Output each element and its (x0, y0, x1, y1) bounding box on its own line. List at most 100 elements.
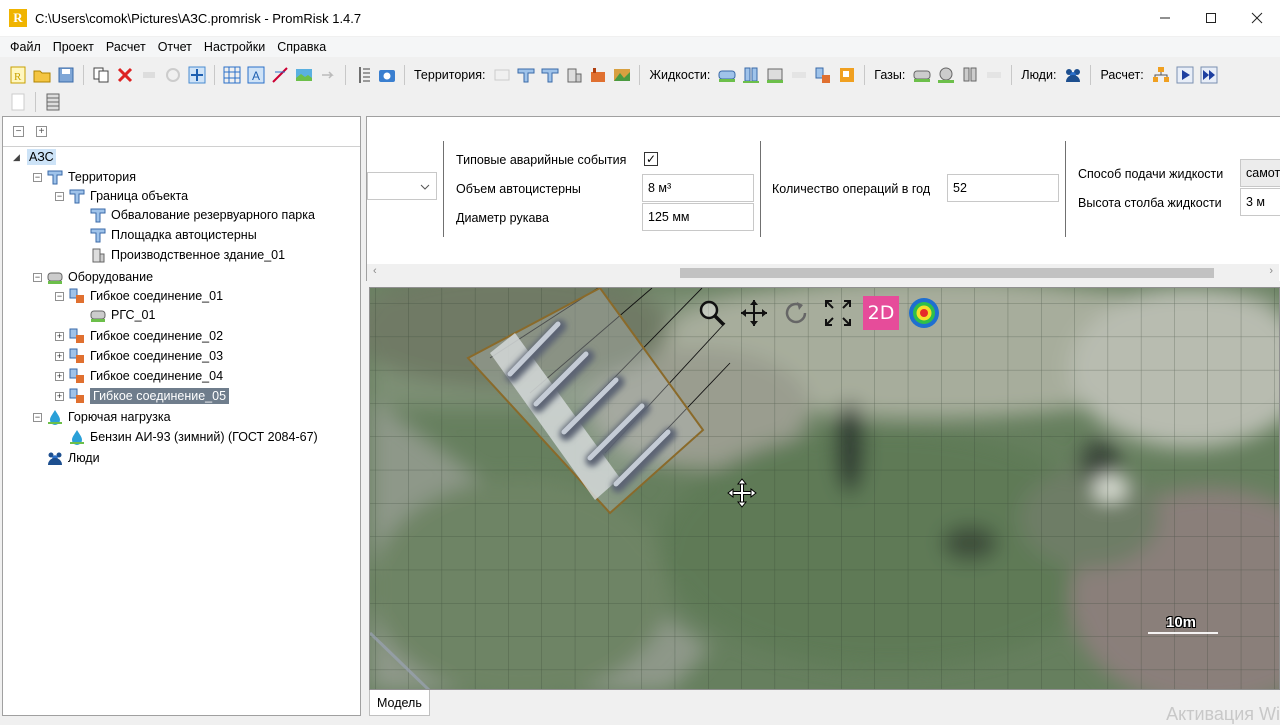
report-icon[interactable] (8, 92, 28, 112)
collapse-node-icon[interactable]: − (33, 412, 42, 422)
expanded-caret-icon[interactable]: ◢ (13, 152, 22, 163)
menu-project[interactable]: Проект (47, 40, 100, 54)
collapse-all-icon[interactable]: − (13, 126, 24, 137)
liquid-station-icon[interactable] (837, 65, 857, 85)
save-icon[interactable] (56, 65, 76, 85)
delete-icon[interactable] (115, 65, 135, 85)
tree-node[interactable]: Люди (33, 448, 100, 468)
scroll-left-icon[interactable]: ‹ (373, 265, 377, 277)
menu-calc[interactable]: Расчет (100, 40, 152, 54)
run-all-icon[interactable] (1199, 65, 1219, 85)
gas-tank-2-icon[interactable] (960, 65, 980, 85)
expand-node-icon[interactable]: + (55, 391, 64, 401)
run-icon[interactable] (1175, 65, 1195, 85)
heatmap-icon[interactable] (907, 296, 941, 330)
column-height-field[interactable]: 3 м (1240, 188, 1280, 216)
typical-events-checkbox[interactable]: ✓ (644, 152, 658, 166)
arrow-tool-icon[interactable] (318, 65, 338, 85)
collapse-node-icon[interactable]: − (33, 172, 42, 182)
camera-icon[interactable] (377, 65, 397, 85)
collapse-node-icon[interactable]: − (33, 272, 42, 282)
tree-node[interactable]: − Территория (33, 167, 136, 187)
expand-node-icon[interactable]: + (55, 371, 64, 381)
maximize-icon[interactable] (1188, 0, 1234, 36)
calc-tree-icon[interactable] (1151, 65, 1171, 85)
satellite-map[interactable] (370, 288, 1280, 690)
liquid-hose-icon[interactable] (813, 65, 833, 85)
close-icon[interactable] (1234, 0, 1280, 36)
pan-icon[interactable] (737, 296, 771, 330)
liquid-tool-4-icon[interactable] (789, 65, 809, 85)
tank-volume-field[interactable]: 8 м³ (642, 174, 754, 202)
copy-icon[interactable] (91, 65, 111, 85)
scroll-right-icon[interactable]: › (1269, 265, 1273, 277)
tree-node[interactable]: − Граница объекта (55, 186, 188, 206)
menu-report[interactable]: Отчет (152, 40, 198, 54)
liquid-tank-3-icon[interactable] (765, 65, 785, 85)
type-dropdown[interactable] (367, 172, 437, 200)
tree-node[interactable]: + Гибкое соединение_02 (55, 326, 223, 346)
tree-node[interactable]: Площадка автоцистерны (76, 225, 257, 245)
territory-tool-1-icon[interactable] (492, 65, 512, 85)
tree-node[interactable]: Обвалование резервуарного парка (76, 205, 315, 225)
gas-tank-1-icon[interactable] (912, 65, 932, 85)
gas-tool-4-icon[interactable] (984, 65, 1004, 85)
tree-node[interactable]: ◢ АЗС (13, 147, 56, 167)
tree-node[interactable]: − Гибкое соединение_01 (55, 286, 223, 306)
people-tool-icon[interactable] (1063, 65, 1083, 85)
tree-node[interactable]: − Горючая нагрузка (33, 407, 171, 427)
liquid-tank-2-icon[interactable] (741, 65, 761, 85)
menu-help[interactable]: Справка (271, 40, 332, 54)
expand-node-icon[interactable]: + (55, 351, 64, 361)
expand-all-icon[interactable]: + (36, 126, 47, 137)
refresh-icon[interactable] (163, 65, 183, 85)
industrial-tool-icon[interactable] (588, 65, 608, 85)
tree-node-label: Площадка автоцистерны (111, 228, 257, 242)
scroll-thumb[interactable] (680, 268, 1214, 278)
rotate-icon[interactable] (779, 296, 813, 330)
map-view[interactable]: 2D 10m (369, 287, 1280, 690)
properties-scrollbar[interactable]: ‹ › (367, 264, 1279, 281)
tree-node[interactable]: РГС_01 (76, 305, 155, 325)
disabled-tool-icon[interactable] (139, 65, 159, 85)
hose-icon (69, 328, 85, 344)
new-project-icon[interactable]: R (8, 65, 28, 85)
territory-tool-2-icon[interactable] (516, 65, 536, 85)
tree-node-label: Бензин АИ-93 (зимний) (ГОСТ 2084-67) (90, 430, 318, 444)
fit-extent-icon[interactable] (821, 296, 855, 330)
open-folder-icon[interactable] (32, 65, 52, 85)
territory-tool-3-icon[interactable] (540, 65, 560, 85)
table-icon[interactable] (43, 92, 63, 112)
ops-per-year-field[interactable]: 52 (947, 174, 1059, 202)
mode-2d-button[interactable]: 2D (863, 296, 899, 330)
collapse-node-icon[interactable]: − (55, 291, 64, 301)
height-tool-icon[interactable] (353, 65, 373, 85)
menu-file[interactable]: Файл (4, 40, 47, 54)
feed-method-dropdown[interactable]: самот (1240, 159, 1280, 187)
collapse-node-icon[interactable]: − (55, 191, 64, 201)
tree-node[interactable]: Производственное здание_01 (76, 245, 285, 265)
minimize-icon[interactable] (1142, 0, 1188, 36)
fence-tool-icon[interactable] (612, 65, 632, 85)
tree-node[interactable]: + Гибкое соединение_05 (55, 386, 230, 406)
tree-node-label: Гибкое соединение_04 (90, 369, 224, 383)
expand-node-icon[interactable]: + (55, 331, 64, 341)
tree-node[interactable]: + Гибкое соединение_04 (55, 366, 223, 386)
menu-settings[interactable]: Настройки (198, 40, 271, 54)
building-tool-icon[interactable] (564, 65, 584, 85)
territory-icon (90, 207, 106, 223)
measure-icon[interactable] (270, 65, 290, 85)
liquid-tank-1-icon[interactable] (717, 65, 737, 85)
zoom-icon[interactable] (695, 296, 729, 330)
grid-icon[interactable] (222, 65, 242, 85)
text-tool-icon[interactable]: A (246, 65, 266, 85)
gas-sphere-icon[interactable] (936, 65, 956, 85)
properties-panel: Типовые аварийные события ✓ Объем автоци… (366, 116, 1280, 281)
tab-model[interactable]: Модель (369, 690, 430, 716)
tree-node[interactable]: + Гибкое соединение_03 (55, 346, 223, 366)
tree-node[interactable]: − Оборудование (33, 267, 153, 287)
hose-diameter-field[interactable]: 125 мм (642, 203, 754, 231)
tree-node[interactable]: Бензин АИ-93 (зимний) (ГОСТ 2084-67) (55, 427, 318, 447)
move-tool-icon[interactable] (187, 65, 207, 85)
map-layer-icon[interactable] (294, 65, 314, 85)
